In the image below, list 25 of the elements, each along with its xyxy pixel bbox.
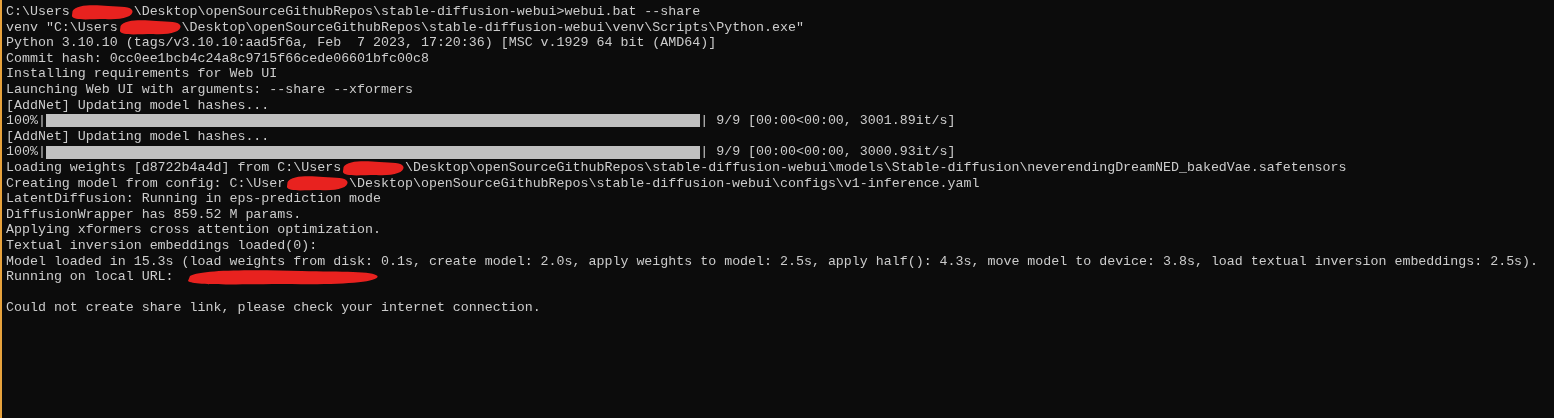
console-text: LatentDiffusion: Running in eps-prediction mode xyxy=(6,191,382,207)
console-text: Textual inversion embeddings loaded(0): xyxy=(6,237,318,254)
console-text: \Desktop\openSourceGithubRepos\stable-diffusion-webui\venv\Scripts\Python.exe" xyxy=(181,19,804,36)
console-text: Running on local URL: xyxy=(6,269,175,285)
console-text: Model loaded in 15.3s (load weights from disk: 0.1s, create model: 2.0s, apply weights to model: 2.5s, apply half(): 4.3s, move model to device: 3.8s, load textual inversion embeddings: 2.5s). xyxy=(6,253,1539,270)
console-text: Applying xformers cross attention optimization. xyxy=(6,222,382,238)
console-text: Installing requirements for Web UI xyxy=(6,66,278,82)
console-text: Python 3.10.10 (tags/v3.10.10:aad5f6a, Feb 7 2023, 17:20:36) [MSC v.1929 64 bit (AMD64)] xyxy=(6,35,717,51)
progress-percent: 100%| xyxy=(6,113,46,129)
progress-status: | 9/9 [00:00<00:00, 3001.89it/s] xyxy=(700,113,956,129)
console-text: C:\Users xyxy=(6,4,70,20)
console-text: [AddNet] Updating model hashes... xyxy=(6,97,270,114)
console-text: \Desktop\openSourceGithubRepos\stable-diffusion-webui\models\Stable-diffusion\neverendingDreamNED_bakedVae.safetensors xyxy=(404,159,1347,176)
console-text: Loading weights [d8722b4a4d] from C:\Users xyxy=(6,159,342,176)
console-text: Launching Web UI with arguments: --share --xformers xyxy=(6,81,413,98)
progress-percent: 100%| xyxy=(6,144,46,160)
console-text: \Desktop\openSourceGithubRepos\stable-diffusion-webui>webui.bat --share xyxy=(133,4,701,20)
console-text: Creating model from config: C:\User xyxy=(6,175,286,192)
console-text: venv "C:\Users xyxy=(6,19,118,36)
progress-status: | 9/9 [00:00<00:00, 3000.93it/s] xyxy=(700,144,956,160)
console-text: Commit hash: 0cc0ee1bcb4c24a8c9715f66cede06601bfc00c8 xyxy=(6,50,429,67)
console-text: Could not create share link, please check your internet connection. xyxy=(6,300,541,316)
console-text: DiffusionWrapper has 859.52 M params. xyxy=(6,206,302,223)
console-text: \Desktop\openSourceGithubRepos\stable-diffusion-webui\configs\v1-inference.yaml xyxy=(349,175,980,192)
console-text: [AddNet] Updating model hashes... xyxy=(6,128,270,145)
